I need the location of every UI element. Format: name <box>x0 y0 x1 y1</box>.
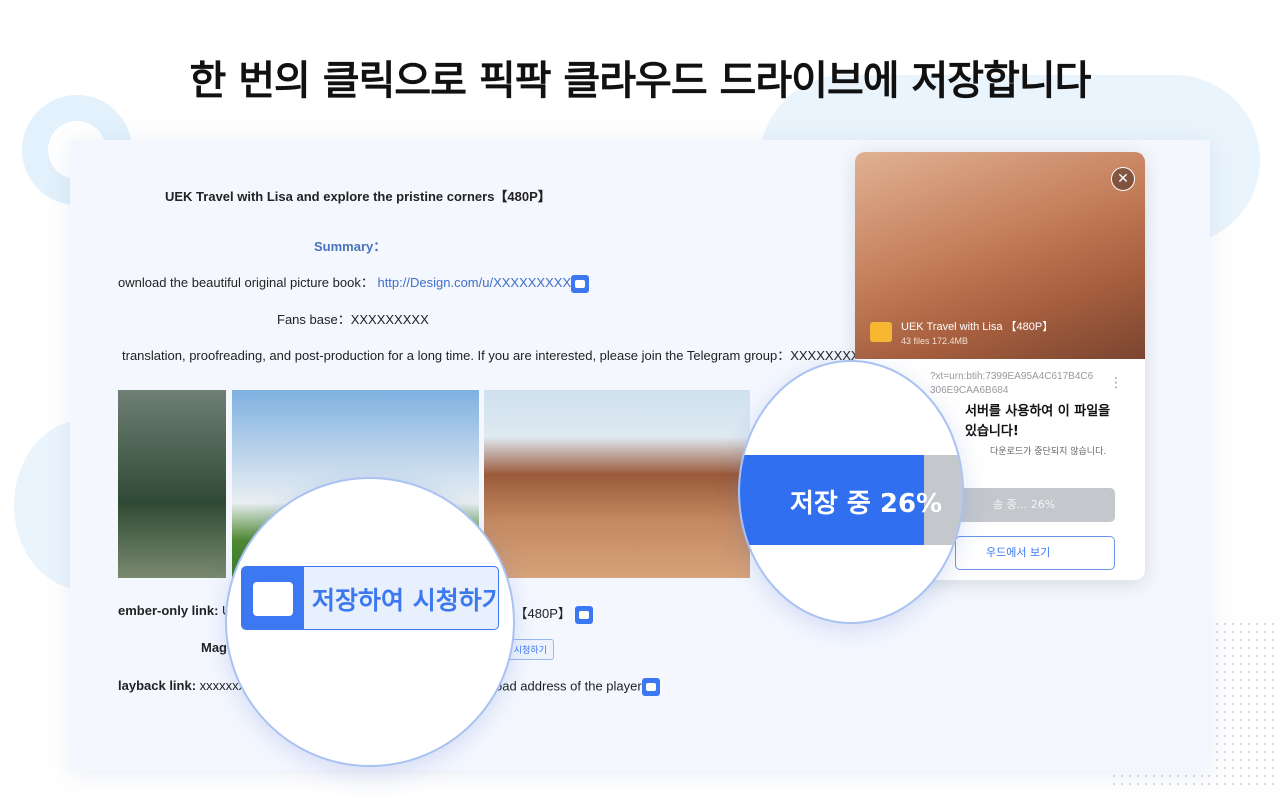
magnifier-progress: 저장 중 26% <box>738 360 964 624</box>
forest-photo <box>118 390 226 578</box>
playback-end: oad address of the player <box>495 678 642 694</box>
file-meta: 43 files 172.4MB <box>901 336 969 346</box>
panel-subtext: 다운로드가 중단되지 않습니다. <box>990 447 1107 457</box>
close-icon[interactable]: ✕ <box>1111 167 1135 191</box>
desert-photo <box>484 390 750 578</box>
save-bot-icon[interactable] <box>641 678 660 696</box>
member-row-end: s【480P】 <box>508 603 593 624</box>
save-and-watch-label: 저장하여 시청하기 <box>312 586 499 615</box>
view-in-cloud-button[interactable]: 우드에서 보기 <box>955 536 1115 570</box>
playback-row-end: oad address of the player <box>495 678 660 696</box>
download-label: ownload the beautiful original picture b… <box>118 275 374 290</box>
magnet-label: Mag <box>201 640 227 655</box>
member-row: ember-only link: U <box>118 603 231 618</box>
fans-base: Fans base：XXXXXXXXX <box>277 312 429 327</box>
file-name: UEK Travel with Lisa 【480P】 <box>901 321 1054 333</box>
magnifier-save-button: 저장하여 시청하기 <box>225 477 515 767</box>
progress-zoom-label: 저장 중 26% <box>790 489 943 519</box>
member-label: ember-only link: <box>118 603 219 618</box>
save-bot-icon[interactable] <box>574 605 593 624</box>
magnet-hash: ?xt=urn:btih:7399EA95A4C617B4C6 306E9CAA6… <box>930 371 1094 396</box>
save-bot-icon <box>242 567 304 629</box>
more-icon[interactable]: ⋮ <box>1109 374 1123 391</box>
page-title: 한 번의 클릭으로 픽팍 클라우드 드라이브에 저장합니다 <box>189 58 1092 104</box>
progress-zoom-track: 저장 중 26% <box>740 455 962 545</box>
panel-heading: 서버를 사용하여 이 파일을 있습니다! <box>965 404 1111 439</box>
decor-dots <box>1205 620 1280 790</box>
download-row: ownload the beautiful original picture b… <box>118 272 590 293</box>
playback-row: layback link: xxxxxxx <box>118 678 245 693</box>
summary-label: Summary： <box>314 239 387 254</box>
member-value-end: s【480P】 <box>508 606 571 621</box>
progress-bar: 송 중... 26% <box>955 488 1115 522</box>
folder-icon <box>870 322 892 342</box>
playback-label: layback link: <box>118 678 197 693</box>
save-bot-icon[interactable] <box>571 274 590 293</box>
doc-title: UEK Travel with Lisa and explore the pri… <box>165 189 551 204</box>
save-and-watch-button[interactable]: 저장하여 시청하기 <box>241 566 499 630</box>
translation-text: translation, proofreading, and post-prod… <box>122 348 860 363</box>
hero-image: ✕ UEK Travel with Lisa 【480P】 43 files 1… <box>855 152 1145 359</box>
download-link[interactable]: http://Design.com/u/XXXXXXXXX <box>377 275 571 290</box>
